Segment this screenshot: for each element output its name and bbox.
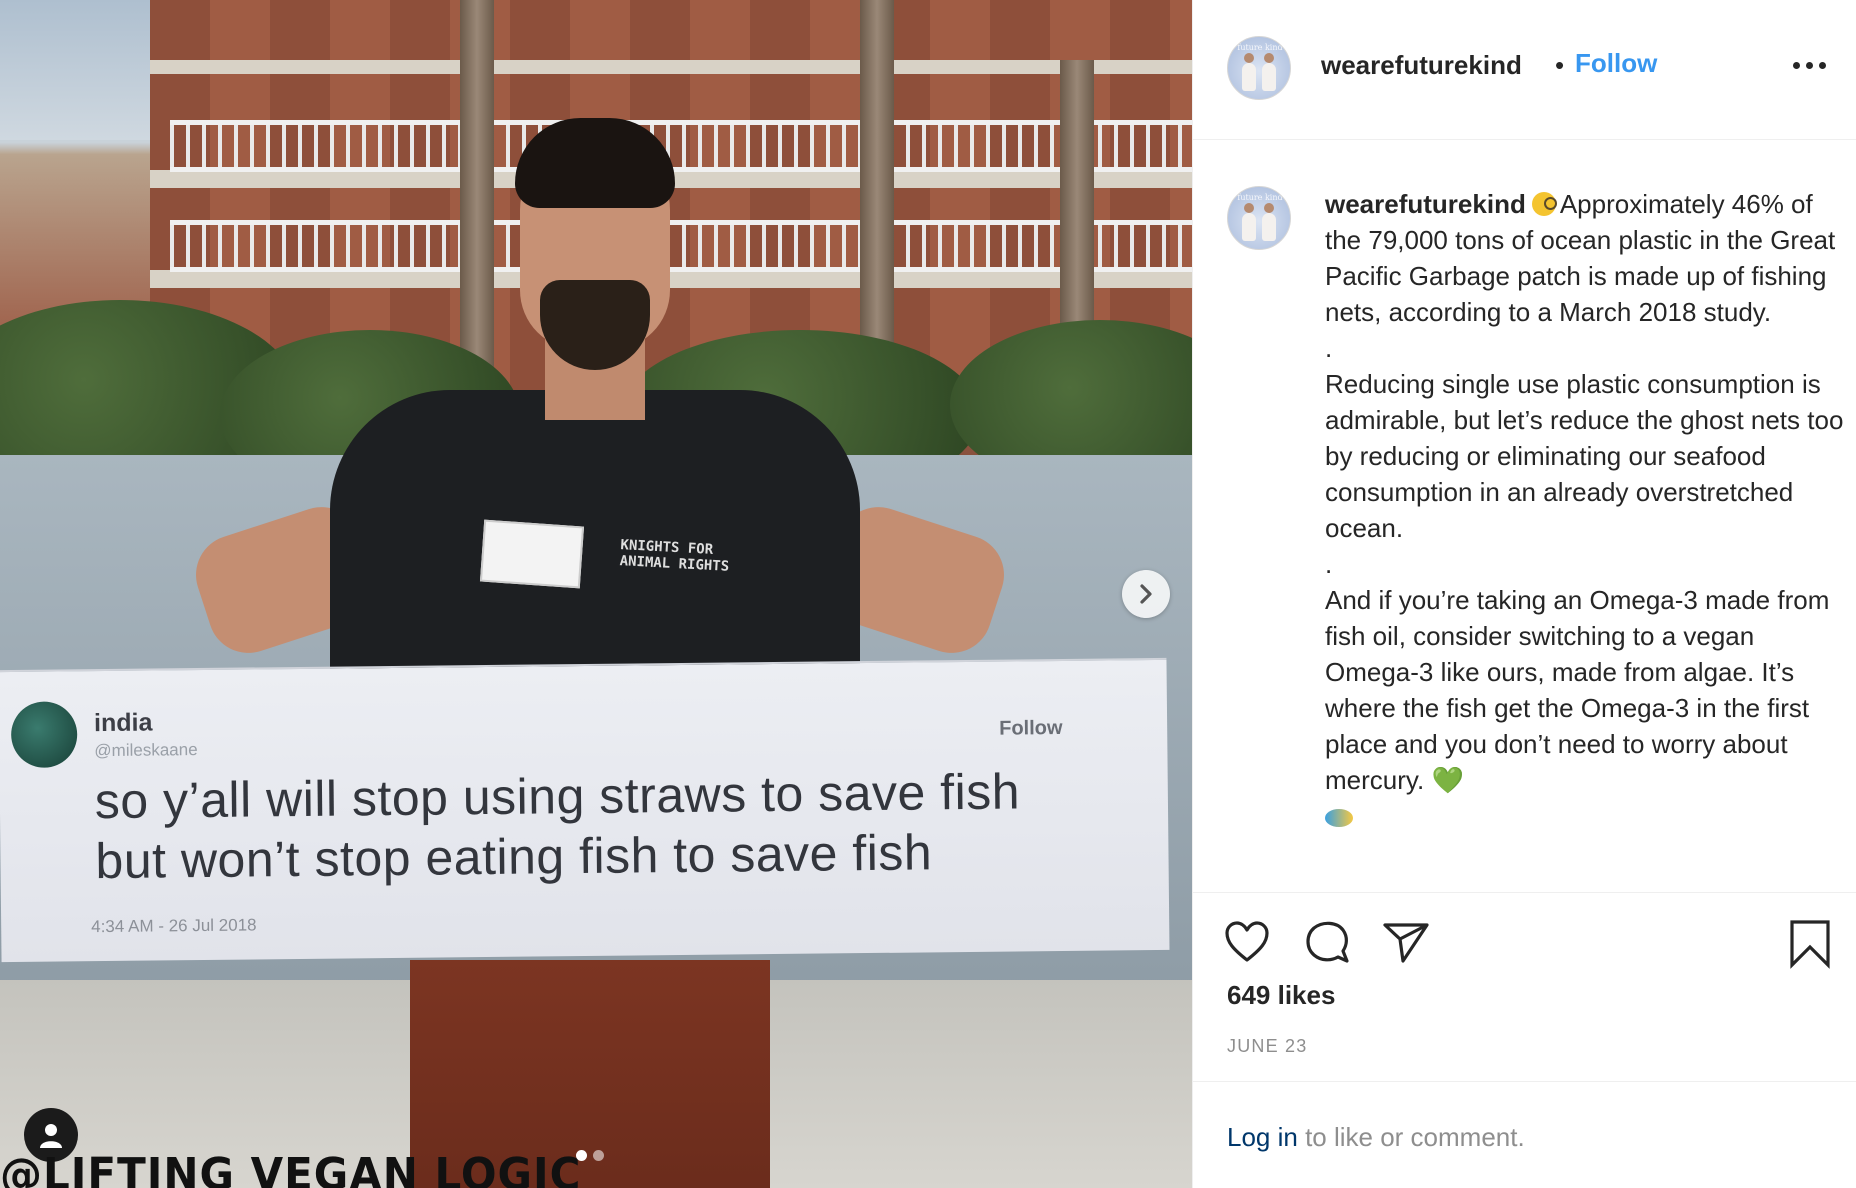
share-icon[interactable] [1381, 919, 1431, 965]
tweet-author-handle: @mileskaane [94, 740, 198, 761]
caption-avatar[interactable]: future kind [1227, 186, 1291, 250]
likes-count[interactable]: 649 likes [1227, 980, 1335, 1011]
fish-emoji-icon [1325, 809, 1353, 827]
tweet-avatar [10, 701, 78, 768]
header-separator: • [1555, 50, 1565, 80]
carousel-indicator [576, 1150, 604, 1161]
tweet-follow-label: Follow [999, 716, 1063, 740]
post-image[interactable]: KNIGHTS FOR ANIMAL RIGHTS india @mileska… [0, 0, 1192, 1188]
caption-separator: . [1325, 333, 1333, 363]
name-badge [479, 519, 585, 589]
caption-paragraph-1: wearefuturekind Approximately 46% of the … [1325, 189, 1836, 327]
tweet-banner: india @mileskaane Follow so y’all will s… [0, 657, 1170, 963]
comment-icon[interactable] [1303, 919, 1351, 965]
follow-button[interactable]: Follow [1575, 48, 1657, 79]
carousel-next-button[interactable] [1122, 570, 1170, 618]
caption-username[interactable]: wearefuturekind [1325, 189, 1526, 219]
avatar[interactable]: future kind [1227, 36, 1291, 100]
save-icon[interactable] [1788, 919, 1832, 969]
carousel-dot [576, 1150, 587, 1161]
post-caption: wearefuturekind Approximately 46% of the … [1325, 186, 1850, 834]
tweet-timestamp: 4:34 AM - 26 Jul 2018 [91, 915, 257, 937]
login-prompt: Log in to like or comment. [1227, 1122, 1525, 1152]
carousel-dot [593, 1150, 604, 1161]
caption-separator: . [1325, 549, 1333, 579]
post-sidebar: future kind wearefuturekind • Follow fut… [1192, 0, 1856, 1188]
login-link[interactable]: Log in [1227, 1122, 1298, 1152]
post-header: future kind wearefuturekind • Follow [1193, 0, 1856, 140]
shirt-print: KNIGHTS FOR ANIMAL RIGHTS [619, 537, 730, 575]
caption-paragraph-2: Reducing single use plastic consumption … [1325, 369, 1844, 543]
monocle-emoji-icon [1531, 192, 1557, 216]
image-watermark: @LIFTING VEGAN LOGIC [0, 1148, 582, 1188]
chevron-right-icon [1140, 584, 1152, 604]
post-date[interactable]: JUNE 23 [1227, 1036, 1307, 1057]
header-username[interactable]: wearefuturekind [1321, 50, 1522, 81]
tweet-text: so y’all will stop using straws to save … [94, 763, 1021, 890]
more-options-icon[interactable] [1793, 62, 1826, 69]
tweet-author-name: india [93, 708, 153, 738]
green-heart-emoji-icon: 💚 [1431, 765, 1464, 795]
like-icon[interactable] [1223, 919, 1271, 965]
caption-paragraph-3: And if you’re taking an Omega-3 made fro… [1325, 582, 1850, 834]
